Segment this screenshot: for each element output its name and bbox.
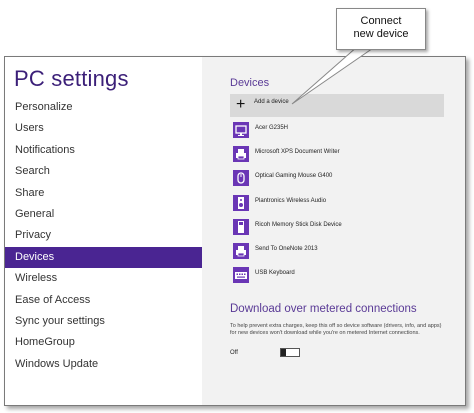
- device-name: Optical Gaming Mouse G400: [255, 173, 333, 180]
- devices-heading: Devices: [230, 77, 270, 89]
- add-device-label: Add a device: [254, 99, 289, 105]
- right-pane: Devices + Add a device Acer G235H Microso…: [202, 57, 465, 405]
- toggle-thumb: [281, 349, 286, 356]
- nav-item-windows-update[interactable]: Windows Update: [5, 354, 202, 375]
- nav-item-ease-of-access[interactable]: Ease of Access: [5, 290, 202, 311]
- keyboard-icon: [233, 267, 249, 284]
- callout-box: Connect new device: [336, 8, 426, 50]
- nav-item-notifications[interactable]: Notifications: [5, 140, 202, 161]
- nav-item-devices[interactable]: Devices: [5, 246, 202, 269]
- nav-item-sync-your-settings[interactable]: Sync your settings: [5, 311, 202, 332]
- speaker-icon: [233, 194, 249, 211]
- metered-description: To help prevent extra charges, keep this…: [230, 323, 442, 336]
- callout-line-2: new device: [353, 28, 409, 40]
- nav-item-personalize[interactable]: Personalize: [5, 97, 202, 118]
- settings-window: PC settings Personalize Users Notification…: [4, 56, 466, 406]
- nav-item-users[interactable]: Users: [5, 118, 202, 139]
- monitor-icon: [233, 122, 249, 138]
- device-name: Ricoh Memory Stick Disk Device: [255, 221, 342, 228]
- nav-item-share[interactable]: Share: [5, 183, 202, 204]
- device-name: Acer G235H: [255, 125, 289, 131]
- nav-item-privacy[interactable]: Privacy: [5, 225, 202, 246]
- callout-line-1: Connect: [360, 15, 402, 27]
- printer-icon: [233, 146, 249, 163]
- device-name: USB Keyboard: [255, 270, 295, 277]
- nav-item-homegroup[interactable]: HomeGroup: [5, 332, 202, 353]
- mouse-icon: [233, 170, 249, 187]
- app-title: PC settings: [14, 66, 129, 91]
- device-name: Plantronics Wireless Audio: [255, 197, 327, 204]
- device-name: Microsoft XPS Document Writer: [255, 149, 340, 156]
- nav-item-search[interactable]: Search: [5, 161, 202, 182]
- device-name: Send To OneNote 2013: [255, 245, 318, 252]
- metered-toggle[interactable]: [280, 348, 300, 357]
- metered-toggle-label: Off: [230, 350, 238, 356]
- nav-item-wireless[interactable]: Wireless: [5, 268, 202, 289]
- add-device-button[interactable]: + Add a device: [230, 94, 444, 117]
- drive-icon: [233, 218, 249, 235]
- plus-icon: +: [236, 96, 246, 113]
- left-pane: PC settings Personalize Users Notification…: [5, 57, 202, 405]
- settings-nav: Personalize Users Notifications Search Share…: [5, 97, 202, 375]
- metered-heading: Download over metered connections: [230, 303, 417, 315]
- nav-item-general[interactable]: General: [5, 204, 202, 225]
- printer-icon: [233, 242, 249, 259]
